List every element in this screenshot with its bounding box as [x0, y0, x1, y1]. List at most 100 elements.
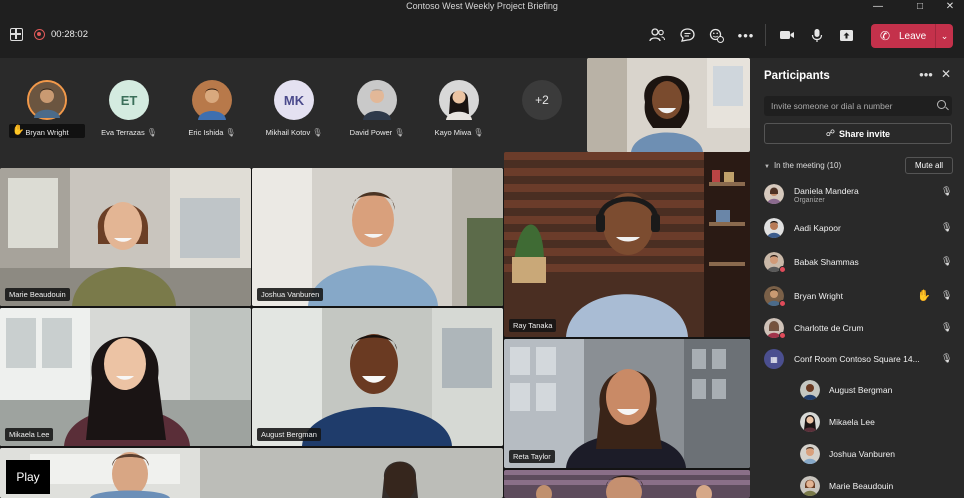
participant-name: Daniela Mandera — [794, 186, 859, 196]
participant-row[interactable]: Marie Beaudouin — [750, 470, 964, 498]
conference-room-icon: ▦ — [764, 349, 784, 369]
invite-field[interactable] — [764, 96, 952, 116]
avatar: MK — [274, 80, 314, 120]
share-icon[interactable] — [833, 22, 859, 48]
mic-off-icon: 🎙 — [473, 128, 484, 137]
panel-title: Participants — [764, 70, 830, 82]
avatar-name-text: David Power — [349, 128, 393, 137]
window-title: Contoso West Weekly Project Briefing — [406, 1, 558, 11]
video-tile[interactable] — [504, 470, 750, 498]
mic-icon[interactable] — [804, 22, 830, 48]
search-icon — [937, 100, 946, 109]
participant-name: Babak Shammas — [794, 257, 859, 267]
presence-dot — [779, 332, 786, 339]
video-tile[interactable]: Ray Tanaka — [504, 152, 750, 337]
avatar-strip-item[interactable]: ET Eva Terrazas 🎙 — [84, 80, 174, 170]
mic-off-icon: 🎙 — [146, 128, 157, 137]
participant-name: August Bergman — [829, 385, 893, 395]
participant-row[interactable]: August Bergman — [750, 374, 964, 404]
section-label: In the meeting (10) — [773, 161, 842, 170]
presence-dot — [779, 266, 786, 273]
avatar-name: Mikhail Kotov 🎙 — [249, 128, 339, 137]
more-options-icon[interactable]: ••• — [917, 67, 935, 82]
avatar — [192, 80, 232, 120]
avatar-name: Kayo Miwa 🎙 — [414, 128, 504, 137]
mic-icon[interactable]: 🎙 — [941, 353, 952, 364]
avatar — [800, 476, 820, 496]
video-tile[interactable]: Marie Beaudouin — [0, 168, 251, 306]
avatar — [800, 412, 820, 432]
mic-icon[interactable]: 🎙 — [941, 322, 952, 333]
camera-icon[interactable] — [774, 22, 800, 48]
participant-name: Marie Beaudouin — [829, 481, 894, 491]
leave-label: Leave — [899, 30, 927, 42]
close-icon[interactable]: ✕ — [935, 0, 964, 14]
invite-input[interactable] — [764, 96, 934, 116]
avatar-name-text: Bryan Wright — [25, 128, 69, 137]
participant-name: Aadi Kapoor — [794, 223, 841, 233]
tile-name: Mikaela Lee — [5, 428, 54, 441]
avatar-name-text: Eva Terrazas — [101, 128, 145, 137]
hang-up-icon: ✆ — [879, 29, 891, 43]
avatar-strip-item[interactable]: David Power 🎙 — [332, 80, 422, 170]
mic-icon[interactable]: 🎙 — [941, 256, 952, 267]
avatar — [764, 218, 784, 238]
mute-all-button[interactable]: Mute all — [905, 157, 953, 174]
avatar — [800, 380, 820, 400]
participant-name: Mikaela Lee — [829, 417, 875, 427]
avatar-strip: ✋ Bryan Wright ET Eva Terrazas 🎙 Eric Ish… — [0, 58, 587, 168]
participant-row[interactable]: Bryan Wright ✋ 🎙 — [750, 280, 964, 310]
video-tile[interactable]: Joshua Vanburen — [252, 168, 503, 306]
avatar-strip-item[interactable]: ✋ Bryan Wright — [2, 80, 92, 170]
in-meeting-section-header[interactable]: ▼ In the meeting (10) — [764, 161, 841, 170]
avatar-name-text: Kayo Miwa — [434, 128, 472, 137]
video-tile[interactable] — [0, 448, 503, 498]
participant-row[interactable]: Joshua Vanburen — [750, 438, 964, 468]
title-bar: Contoso West Weekly Project Briefing — □… — [0, 0, 964, 14]
avatar — [764, 184, 784, 204]
participant-row[interactable]: Aadi Kapoor 🎙 — [750, 212, 964, 242]
avatar-strip-item[interactable]: Eric Ishida 🎙 — [167, 80, 257, 170]
avatar-name: Eva Terrazas 🎙 — [84, 128, 174, 137]
participant-name: Charlotte de Crum — [794, 323, 864, 333]
raised-hand-icon: ✋ — [917, 290, 931, 302]
teams-meeting-window: Contoso West Weekly Project Briefing — □… — [0, 0, 964, 498]
overflow-count: +2 — [522, 80, 562, 120]
video-tile[interactable]: August Bergman — [252, 308, 503, 446]
play-button[interactable]: Play — [6, 460, 50, 494]
mic-icon[interactable]: 🎙 — [941, 290, 952, 301]
mic-off-icon: 🎙 — [394, 128, 405, 137]
tile-name: Joshua Vanburen — [257, 288, 324, 301]
participant-row[interactable]: Mikaela Lee — [750, 406, 964, 436]
avatar-name: Eric Ishida 🎙 — [167, 128, 257, 137]
avatar-name: Bryan Wright — [2, 128, 92, 137]
participant-row[interactable]: Charlotte de Crum 🎙 — [750, 312, 964, 342]
participant-row[interactable]: Daniela Mandera Organizer 🎙 — [750, 178, 964, 208]
share-invite-button[interactable]: ☍ Share invite — [764, 123, 952, 144]
avatar-strip-item[interactable]: MK Mikhail Kotov 🎙 — [249, 80, 339, 170]
video-tile[interactable]: Mikaela Lee — [0, 308, 251, 446]
tile-name: Reta Taylor — [509, 450, 555, 463]
avatar-strip-item[interactable]: Kayo Miwa 🎙 — [414, 80, 504, 170]
maximize-icon[interactable]: □ — [905, 0, 935, 14]
video-tile[interactable] — [587, 58, 750, 152]
mic-icon[interactable]: 🎙 — [941, 186, 952, 197]
mic-icon[interactable]: 🎙 — [941, 222, 952, 233]
meeting-toolbar: 00:28:02 ••• ✆ Leave ⌄ — [0, 14, 964, 58]
avatar — [800, 444, 820, 464]
reactions-icon[interactable] — [703, 22, 729, 48]
avatar — [27, 80, 67, 120]
participant-row[interactable]: ▦ Conf Room Contoso Square 14... 🎙 — [750, 343, 964, 373]
leave-button[interactable]: ✆ Leave ⌄ — [871, 24, 953, 48]
chevron-down-icon[interactable]: ⌄ — [936, 31, 953, 42]
avatar-name-text: Mikhail Kotov — [265, 128, 311, 137]
close-panel-icon[interactable]: ✕ — [938, 67, 954, 81]
chat-icon[interactable] — [674, 22, 700, 48]
video-tile[interactable]: Reta Taylor — [504, 339, 750, 468]
tile-name: August Bergman — [257, 428, 321, 441]
participant-row[interactable]: Babak Shammas 🎙 — [750, 246, 964, 276]
participants-icon[interactable] — [644, 22, 670, 48]
minimize-icon[interactable]: — — [863, 0, 893, 14]
more-icon[interactable]: ••• — [733, 22, 759, 48]
layout-grid-icon[interactable] — [10, 28, 23, 41]
